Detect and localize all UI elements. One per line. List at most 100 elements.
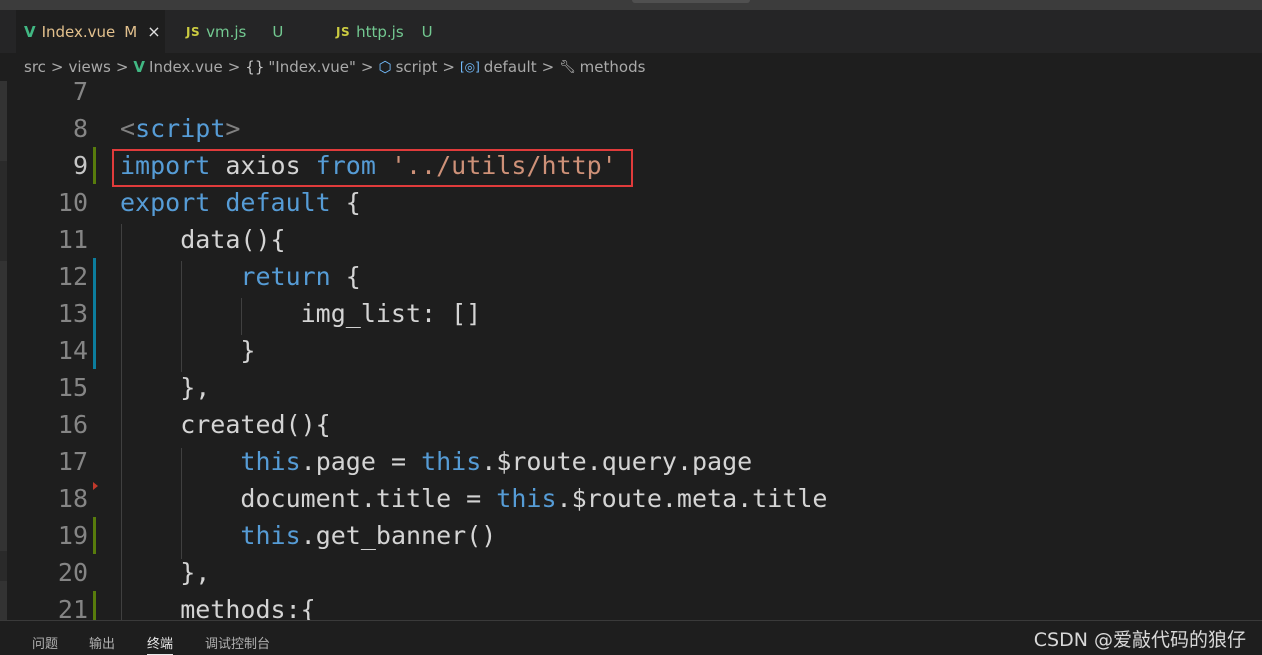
title-strip <box>0 0 1262 10</box>
code-token: .page = <box>300 447 422 476</box>
code-text: }, <box>120 369 210 406</box>
code-text: <script> <box>120 110 240 147</box>
close-icon[interactable]: × <box>147 22 160 41</box>
breadcrumb: src > views > V Index.vue > {} "Index.vue"… <box>0 53 1262 81</box>
code-text: created(){ <box>120 406 331 443</box>
tab-http-js[interactable]: JS http.js U <box>320 10 470 53</box>
braces-icon: {} <box>245 58 265 76</box>
code-token: this <box>240 447 301 476</box>
breadcrumb-item-src[interactable]: src <box>24 58 46 76</box>
breadcrumb-item-index-vue[interactable]: V Index.vue <box>133 58 222 76</box>
indent-guide <box>121 224 122 620</box>
code-line[interactable]: 7 <box>0 81 1262 110</box>
tab-status: M <box>124 22 138 41</box>
vue-icon: V <box>24 22 36 41</box>
line-number: 19 <box>57 521 88 550</box>
code-text: methods:{ <box>120 591 315 620</box>
line-number: 21 <box>57 595 88 620</box>
code-token: export <box>120 188 211 217</box>
highlight-box <box>112 149 633 187</box>
chevron-right-icon: > <box>50 58 64 76</box>
code-token: { <box>330 262 361 291</box>
breadcrumb-item-methods[interactable]: 🔧︎ methods <box>559 58 645 76</box>
code-token: .$route.query.page <box>481 447 753 476</box>
code-line[interactable]: 12 return { <box>0 258 1262 295</box>
line-number: 20 <box>57 558 88 587</box>
code-text: data(){ <box>120 221 286 258</box>
code-line[interactable]: 21 methods:{ <box>0 591 1262 620</box>
tab-label: Index.vue <box>41 22 116 41</box>
breadcrumb-item-script[interactable]: ⬡ script <box>378 58 437 76</box>
code-line[interactable]: 18 document.title = this.$route.meta.tit… <box>0 480 1262 517</box>
code-text: this.page = this.$route.query.page <box>120 443 752 480</box>
breadcrumb-item-views[interactable]: views <box>68 58 110 76</box>
code-line[interactable]: 10 export default { <box>0 184 1262 221</box>
code-line[interactable]: 11 data(){ <box>0 221 1262 258</box>
code-line[interactable]: 15 }, <box>0 369 1262 406</box>
code-text: document.title = this.$route.meta.title <box>120 480 827 517</box>
wrench-icon: 🔧︎ <box>559 59 576 75</box>
panel-tab-terminal[interactable]: 终端 <box>147 633 174 655</box>
code-line[interactable]: 14 } <box>0 332 1262 369</box>
line-number: 9 <box>72 151 88 180</box>
panel-tab-output[interactable]: 输出 <box>89 633 115 652</box>
panel-tab-debug-console[interactable]: 调试控制台 <box>205 633 270 652</box>
code-token: return <box>240 262 331 291</box>
code-token: this <box>421 447 482 476</box>
code-line[interactable]: 20 }, <box>0 554 1262 591</box>
git-added-marker[interactable] <box>93 517 96 554</box>
code-text: } <box>120 332 255 369</box>
bottom-panel-bar: 问题 输出 终端 调试控制台 CSDN @爱敲代码的狼仔 <box>0 620 1262 655</box>
breadcrumb-item-default[interactable]: [◎] default <box>460 58 537 76</box>
chevron-right-icon: > <box>442 58 455 76</box>
code-line[interactable]: 8 <script> <box>0 110 1262 147</box>
code-token: > <box>225 114 241 143</box>
git-modified-marker[interactable] <box>93 295 96 332</box>
code-token: this <box>496 484 557 513</box>
line-number: 7 <box>72 81 88 106</box>
git-modified-marker[interactable] <box>93 258 96 295</box>
line-number: 12 <box>57 262 88 291</box>
tab-vm-js[interactable]: JS vm.js U <box>170 10 318 53</box>
indent-guide <box>241 298 242 335</box>
code-text: }, <box>120 554 210 591</box>
git-modified-marker[interactable] <box>93 332 96 369</box>
watermark: CSDN @爱敲代码的狼仔 <box>1033 629 1246 651</box>
breadcrumb-item-module[interactable]: {} "Index.vue" <box>245 58 356 76</box>
code-token: }, <box>120 558 211 587</box>
chevron-right-icon: > <box>227 58 241 76</box>
line-number: 17 <box>57 447 88 476</box>
code-line[interactable]: 16 created(){ <box>0 406 1262 443</box>
editor-tab-bar: V Index.vue M × JS vm.js U JS http.js U <box>0 10 1262 53</box>
js-icon: JS <box>336 24 351 39</box>
code-text: img_list: [] <box>120 295 482 332</box>
code-token: < <box>120 114 136 143</box>
chevron-right-icon: > <box>360 58 374 76</box>
indent-guide <box>181 448 182 559</box>
tab-status: U <box>272 22 284 41</box>
code-token: img_list: [] <box>120 299 482 328</box>
code-line[interactable]: 13 img_list: [] <box>0 295 1262 332</box>
panel-tab-problems[interactable]: 问题 <box>32 633 58 652</box>
code-token: script <box>135 114 226 143</box>
code-editor[interactable]: 7 8 <script> 9 import axios from '../utils/h… <box>0 81 1262 620</box>
line-number: 13 <box>57 299 88 328</box>
code-token: default <box>225 188 331 217</box>
module-icon: [◎] <box>459 60 480 74</box>
code-line[interactable]: 19 this.get_banner() <box>0 517 1262 554</box>
git-added-marker[interactable] <box>93 147 96 184</box>
line-number: 8 <box>72 114 88 143</box>
js-icon: JS <box>186 24 201 39</box>
line-number: 11 <box>57 225 88 254</box>
code-line[interactable]: 17 this.page = this.$route.query.page <box>0 443 1262 480</box>
git-added-marker[interactable] <box>93 591 96 620</box>
tab-index-vue[interactable]: V Index.vue M × <box>16 10 166 53</box>
code-token: data(){ <box>120 225 286 254</box>
line-number: 14 <box>57 336 88 365</box>
chevron-right-icon: > <box>541 58 555 76</box>
breakpoint-marker <box>93 482 98 490</box>
code-text: return { <box>120 258 361 295</box>
code-token: document.title = <box>120 484 497 513</box>
indent-guide <box>181 261 182 372</box>
